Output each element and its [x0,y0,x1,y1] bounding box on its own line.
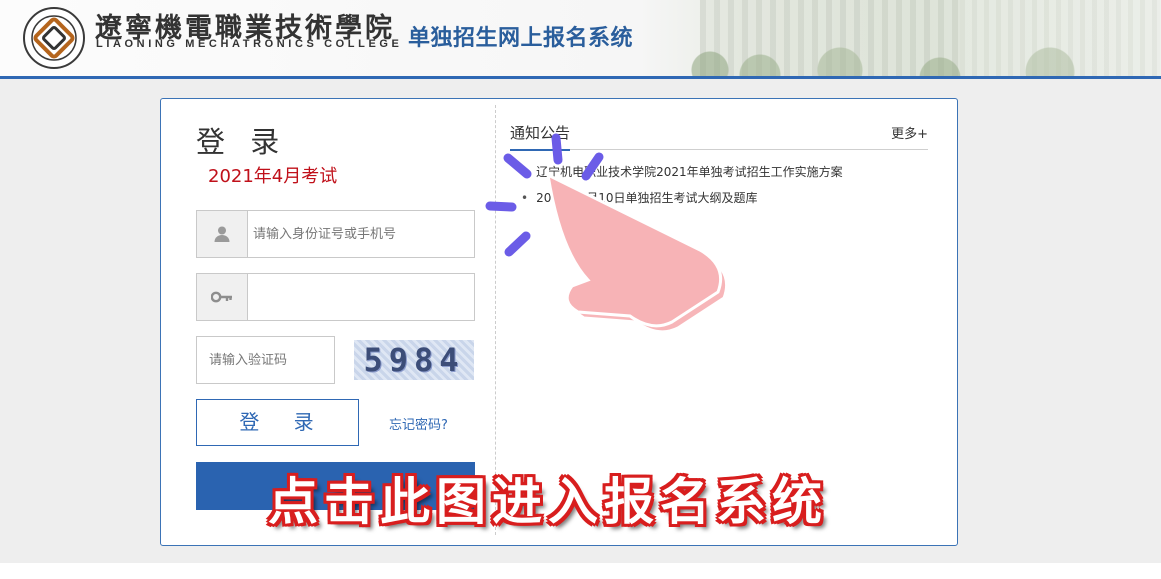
key-icon [197,274,248,320]
more-link[interactable]: 更多+ [891,123,928,142]
notice-item[interactable]: 辽宁机电职业技术学院2021年单独考试招生工作实施方案 [521,159,843,185]
user-icon [197,211,248,257]
notice-list: 辽宁机电职业技术学院2021年单独考试招生工作实施方案 2021年4月10日单独… [521,159,843,211]
captcha-field [196,336,335,384]
captcha-input[interactable] [209,337,329,383]
college-logo [23,7,85,69]
tab-notices[interactable]: 通知公告 [510,122,571,151]
captcha-code: 5984 [363,341,465,379]
notice-item[interactable]: 2021年4月10日单独招生考试大纲及题库 [521,185,843,211]
username-input[interactable] [253,211,468,257]
college-name-en: LIAONING MECHATRONICS COLLEGE [96,38,403,50]
notice-header: 通知公告 更多+ [510,119,928,151]
exam-label: 2021年4月考试 [208,166,338,187]
password-input[interactable] [253,274,468,320]
captcha-image[interactable]: 5984 [354,340,474,380]
password-field [196,273,475,321]
header-trees-image [690,40,1160,76]
username-field [196,210,475,258]
system-title: 单独招生网上报名系统 [408,26,634,51]
site-header: 遼寧機電職業技術學院 LIAONING MECHATRONICS COLLEGE… [0,0,1161,79]
login-button[interactable]: 登 录 [196,399,359,446]
enter-system-banner[interactable]: 点击此图进入报名系统 [268,462,828,534]
login-title: 登 录 [196,125,288,159]
forgot-password-link[interactable]: 忘记密码? [389,414,448,433]
